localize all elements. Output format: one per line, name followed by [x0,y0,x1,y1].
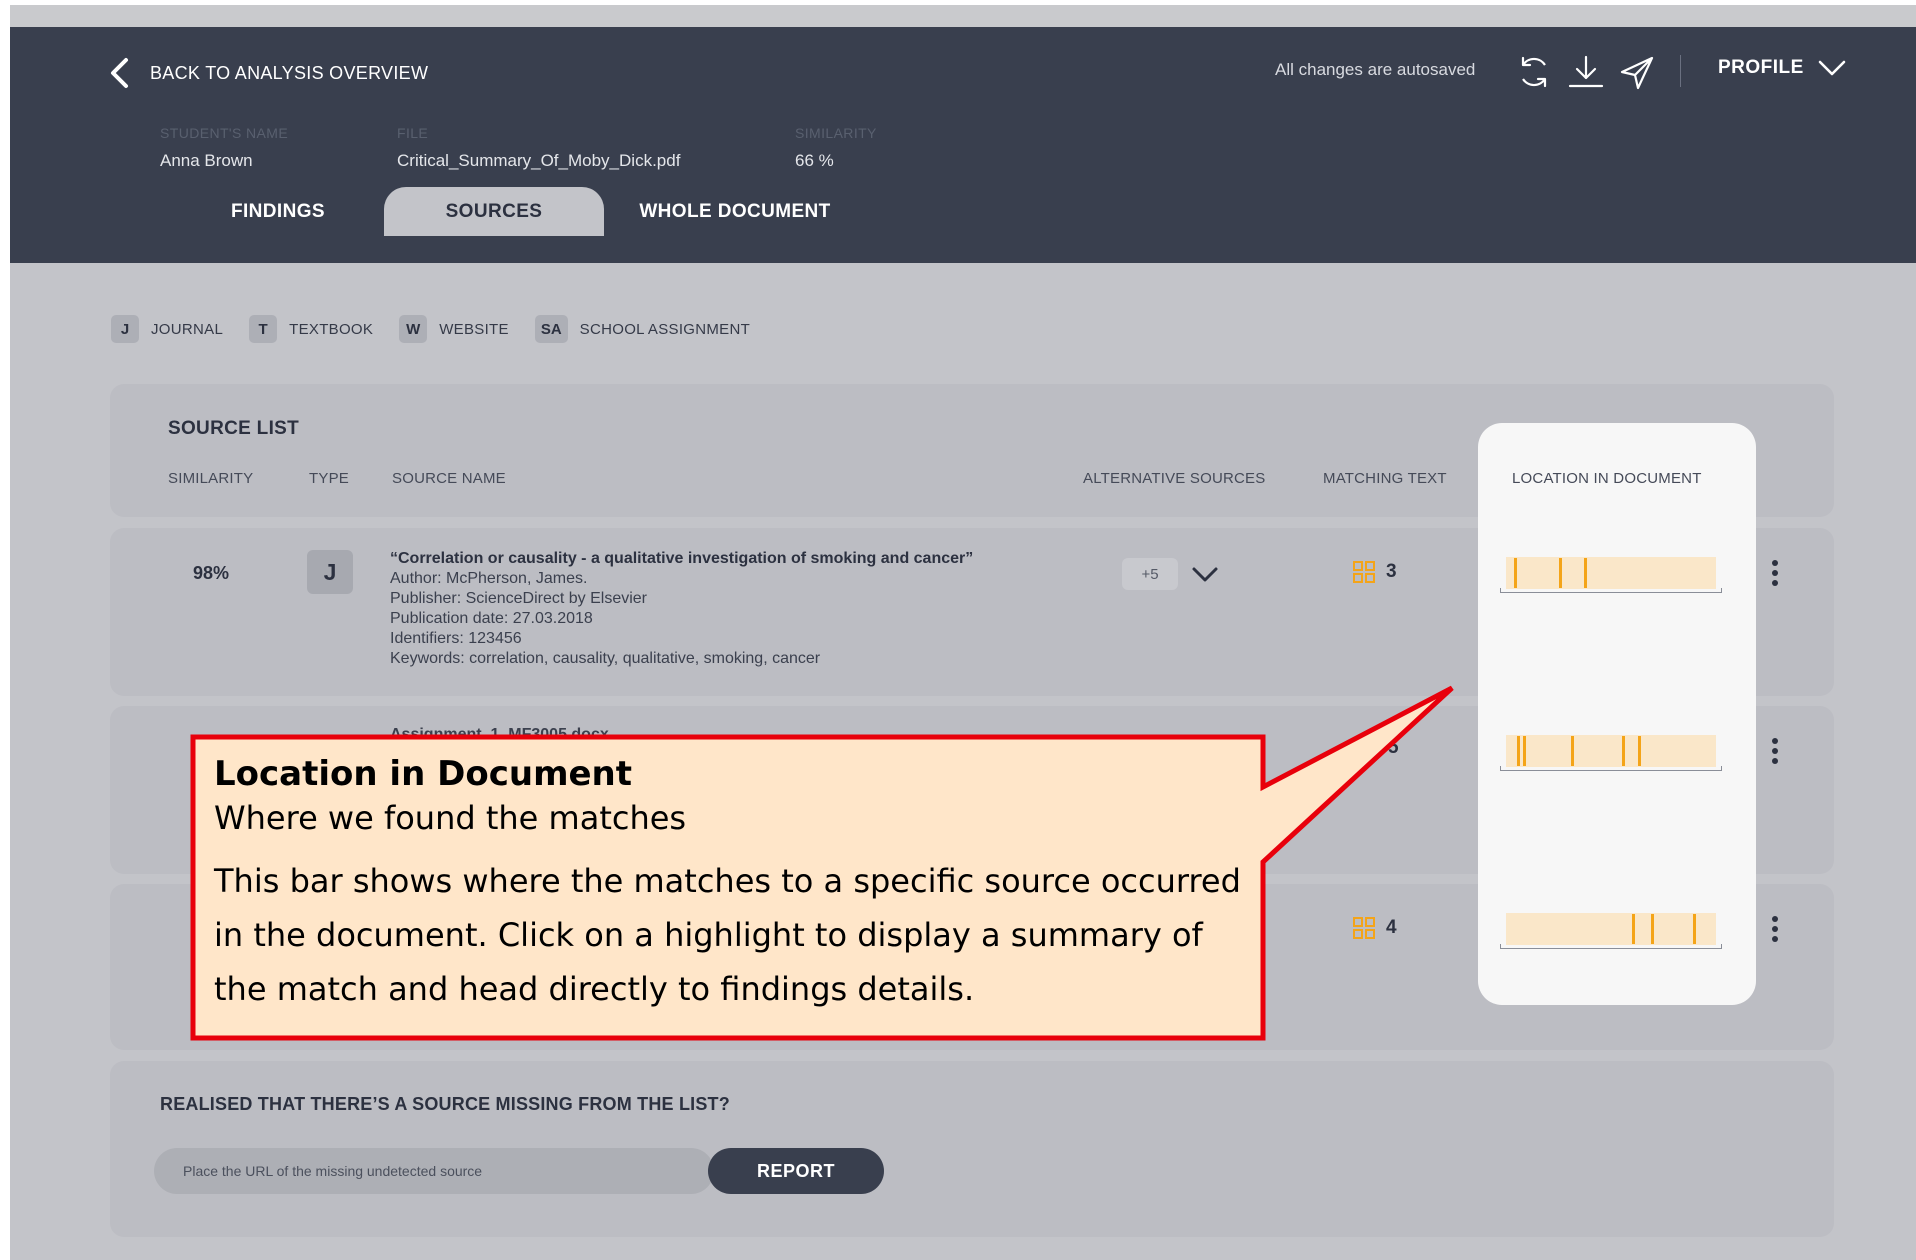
grid-icon [1353,917,1375,939]
location-highlight[interactable] [1522,736,1526,766]
location-highlight[interactable] [1692,914,1696,944]
missing-source-url-input[interactable] [154,1148,714,1194]
file-meta: FILE Critical_Summary_Of_Moby_Dick.pdf [397,125,680,171]
legend-label: TEXTBOOK [289,320,374,338]
column-location[interactable]: LOCATION IN DOCUMENT [1512,470,1702,487]
missing-source-title: REALISED THAT THERE’S A SOURCE MISSING F… [160,1094,730,1114]
similarity-meta: SIMILARITY 66 % [795,125,877,171]
student-label: STUDENT'S NAME [160,125,289,141]
source-title-partial[interactable]: Assignment_1_MF3005.docx [390,726,609,744]
similarity-label: SIMILARITY [795,125,877,141]
location-bar-track [1506,913,1716,945]
chevron-down-icon [1818,60,1846,76]
location-bar-track [1506,557,1716,589]
column-type[interactable]: TYPE [309,470,349,487]
source-details[interactable]: “Correlation or causality - a qualitativ… [390,549,973,669]
tab-findings[interactable]: FINDINGS [188,187,368,236]
autosave-status: All changes are autosaved [1275,60,1476,79]
location-highlight[interactable] [1632,914,1635,944]
row-menu-icon[interactable] [1770,916,1780,942]
column-matching-text[interactable]: MATCHING TEXT [1323,470,1447,487]
location-bar[interactable] [1500,735,1722,773]
matching-count: 4 [1386,917,1397,938]
source-publisher: Publisher: ScienceDirect by Elsevier [390,590,647,607]
chevron-left-icon [111,58,128,88]
row-menu-icon[interactable] [1770,738,1780,764]
send-icon[interactable] [1618,53,1656,91]
matching-text-count[interactable]: 4 [1352,916,1397,940]
report-button[interactable]: REPORT [708,1148,884,1194]
location-highlight[interactable] [1621,736,1625,766]
location-highlight[interactable] [1650,914,1654,944]
matching-count: 3 [1386,561,1397,582]
matching-text-count[interactable]: 3 [1352,560,1397,584]
profile-menu[interactable]: PROFILE [1718,57,1846,79]
legend-badge: T [249,315,278,343]
legend-textbook: T TEXTBOOK [249,315,373,343]
download-icon[interactable] [1567,53,1605,91]
header-divider [1680,55,1681,87]
matching-count: 5 [1388,737,1399,758]
window-top-strip [10,5,1916,27]
callout-body: This bar shows where the matches to a sp… [214,862,1241,1008]
location-bar[interactable] [1500,557,1722,595]
tab-whole-document[interactable]: WHOLE DOCUMENT [620,187,850,236]
location-axis [1500,766,1722,771]
back-label: BACK TO ANALYSIS OVERVIEW [150,62,429,83]
location-highlight[interactable] [1516,736,1520,766]
callout-content: Location in Document Where we found the … [214,752,1254,1016]
callout-title: Location in Document [214,754,633,794]
row-type-badge: J [307,550,353,594]
legend-badge: J [111,315,139,343]
location-highlight[interactable] [1583,558,1587,588]
source-date: Publication date: 27.03.2018 [390,610,593,627]
legend-website: W WEBSITE [399,315,509,343]
grid-icon [1353,561,1375,583]
legend-journal: J JOURNAL [111,315,223,343]
legend-label: SCHOOL ASSIGNMENT [579,320,751,338]
location-highlight[interactable] [1558,558,1562,588]
similarity-value: 66 % [795,151,834,170]
source-author: Author: McPherson, James. [390,570,588,587]
refresh-icon[interactable] [1515,53,1553,91]
source-list-title: SOURCE LIST [168,418,300,439]
row-menu-icon[interactable] [1770,560,1780,586]
student-meta: STUDENT'S NAME Anna Brown [160,125,288,171]
column-source-name[interactable]: SOURCE NAME [392,470,506,487]
legend-badge: W [399,315,428,343]
matching-text-count[interactable]: 5 [1388,737,1399,759]
legend-label: JOURNAL [151,320,224,338]
back-to-overview-link[interactable]: BACK TO ANALYSIS OVERVIEW [108,57,428,89]
source-identifiers: Identifiers: 123456 [390,630,522,647]
source-type-legend: J JOURNAL T TEXTBOOK W WEBSITE SA SCHOOL… [111,315,776,343]
legend-school-assignment: SA SCHOOL ASSIGNMENT [534,315,751,343]
source-keywords: Keywords: correlation, causality, qualit… [390,650,821,667]
location-bar-track [1506,735,1716,767]
tab-sources[interactable]: SOURCES [384,187,604,236]
column-alternative-sources[interactable]: ALTERNATIVE SOURCES [1083,470,1265,487]
location-axis [1500,944,1722,949]
student-name: Anna Brown [160,151,253,170]
chevron-down-icon[interactable] [1190,560,1220,588]
file-label: FILE [397,125,429,141]
row-similarity: 98% [193,563,230,583]
alternative-sources-count[interactable]: +5 [1122,558,1178,590]
location-highlight[interactable] [1514,558,1518,588]
location-axis [1500,588,1722,593]
column-similarity[interactable]: SIMILARITY [168,470,253,487]
source-title[interactable]: “Correlation or causality - a qualitativ… [390,549,973,569]
location-highlight[interactable] [1571,736,1575,766]
legend-badge: SA [534,315,568,343]
file-name: Critical_Summary_Of_Moby_Dick.pdf [397,151,681,170]
profile-label: PROFILE [1718,57,1804,78]
location-highlight[interactable] [1638,736,1642,766]
location-bar[interactable] [1500,913,1722,951]
callout-subtitle: Where we found the matches [214,799,687,837]
legend-label: WEBSITE [439,320,509,338]
